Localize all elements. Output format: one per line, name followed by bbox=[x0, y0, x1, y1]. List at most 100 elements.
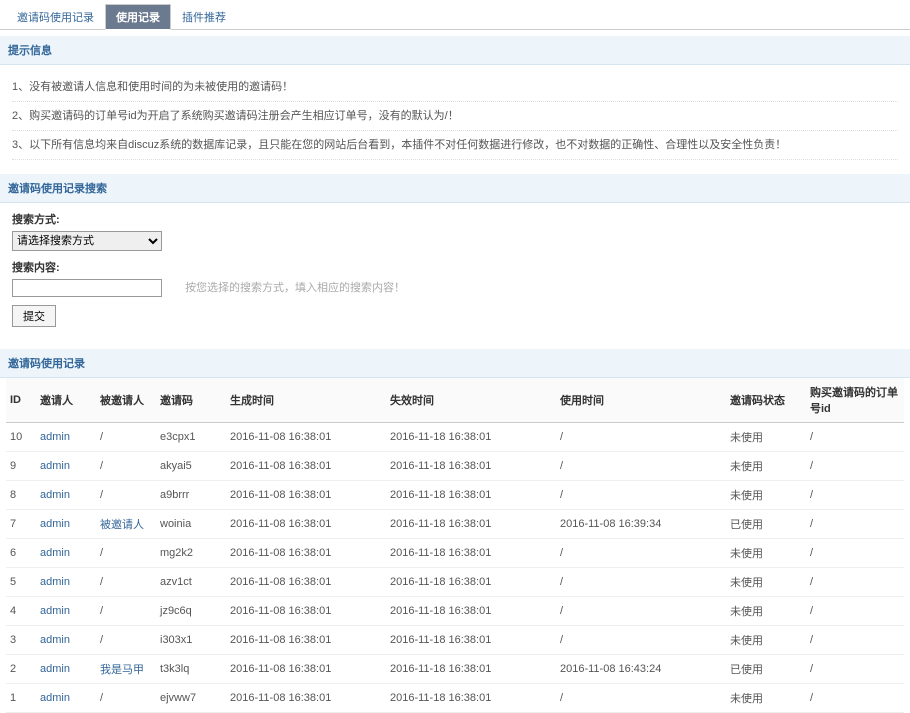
cell-status: 未使用 bbox=[726, 481, 806, 510]
cell-id: 8 bbox=[6, 481, 36, 510]
cell-id: 10 bbox=[6, 423, 36, 452]
cell-use: / bbox=[556, 597, 726, 626]
cell-id: 3 bbox=[6, 626, 36, 655]
cell-use: / bbox=[556, 684, 726, 713]
tab-invite-record[interactable]: 邀请码使用记录 bbox=[6, 4, 105, 29]
cell-inviter[interactable]: admin bbox=[36, 684, 96, 713]
cell-order: / bbox=[806, 510, 904, 539]
cell-id: 9 bbox=[6, 452, 36, 481]
table-row: 3admin/i303x12016-11-08 16:38:012016-11-… bbox=[6, 626, 904, 655]
tab-usage-record[interactable]: 使用记录 bbox=[105, 4, 171, 30]
cell-code: ejvww7 bbox=[156, 684, 226, 713]
table-row: 4admin/jz9c6q2016-11-08 16:38:012016-11-… bbox=[6, 597, 904, 626]
cell-order: / bbox=[806, 452, 904, 481]
tab-plugin-recommend[interactable]: 插件推荐 bbox=[171, 4, 237, 29]
tip-line: 2、购买邀请码的订单号id为开启了系统购买邀请码注册会产生相应订单号，没有的默认… bbox=[12, 102, 898, 131]
cell-status: 未使用 bbox=[726, 568, 806, 597]
table-row: 2admin我是马甲t3k3lq2016-11-08 16:38:012016-… bbox=[6, 655, 904, 684]
cell-status: 未使用 bbox=[726, 597, 806, 626]
cell-gen: 2016-11-08 16:38:01 bbox=[226, 452, 386, 481]
cell-use: / bbox=[556, 568, 726, 597]
cell-status: 未使用 bbox=[726, 539, 806, 568]
search-content-label: 搜索内容: bbox=[12, 259, 898, 275]
cell-use: 2016-11-08 16:39:34 bbox=[556, 510, 726, 539]
cell-inviter[interactable]: admin bbox=[36, 655, 96, 684]
cell-exp: 2016-11-18 16:38:01 bbox=[386, 626, 556, 655]
cell-inviter[interactable]: admin bbox=[36, 539, 96, 568]
cell-invitee: / bbox=[96, 539, 156, 568]
search-area: 搜索方式: 请选择搜索方式 搜索内容: 按您选择的搜索方式，填入相应的搜索内容！… bbox=[0, 203, 910, 343]
cell-status: 未使用 bbox=[726, 452, 806, 481]
cell-inviter[interactable]: admin bbox=[36, 597, 96, 626]
search-content-input[interactable] bbox=[12, 279, 162, 297]
table-row: 5admin/azv1ct2016-11-08 16:38:012016-11-… bbox=[6, 568, 904, 597]
col-use: 使用时间 bbox=[556, 378, 726, 423]
cell-invitee: / bbox=[96, 568, 156, 597]
cell-gen: 2016-11-08 16:38:01 bbox=[226, 510, 386, 539]
records-header: 邀请码使用记录 bbox=[0, 349, 910, 378]
cell-order: / bbox=[806, 539, 904, 568]
cell-use: / bbox=[556, 423, 726, 452]
cell-invitee: / bbox=[96, 597, 156, 626]
cell-order: / bbox=[806, 626, 904, 655]
cell-order: / bbox=[806, 481, 904, 510]
col-inviter: 邀请人 bbox=[36, 378, 96, 423]
cell-invitee: / bbox=[96, 452, 156, 481]
cell-gen: 2016-11-08 16:38:01 bbox=[226, 481, 386, 510]
cell-order: / bbox=[806, 655, 904, 684]
cell-inviter[interactable]: admin bbox=[36, 568, 96, 597]
cell-order: / bbox=[806, 684, 904, 713]
col-exp: 失效时间 bbox=[386, 378, 556, 423]
cell-code: a9brrr bbox=[156, 481, 226, 510]
cell-invitee: / bbox=[96, 481, 156, 510]
cell-code: mg2k2 bbox=[156, 539, 226, 568]
col-id: ID bbox=[6, 378, 36, 423]
cell-use: / bbox=[556, 539, 726, 568]
records-table: ID 邀请人 被邀请人 邀请码 生成时间 失效时间 使用时间 邀请码状态 购买邀… bbox=[6, 378, 904, 713]
cell-use: / bbox=[556, 481, 726, 510]
table-row: 10admin/e3cpx12016-11-08 16:38:012016-11… bbox=[6, 423, 904, 452]
cell-invitee[interactable]: 我是马甲 bbox=[96, 655, 156, 684]
cell-inviter[interactable]: admin bbox=[36, 452, 96, 481]
search-method-select[interactable]: 请选择搜索方式 bbox=[12, 231, 162, 251]
cell-code: azv1ct bbox=[156, 568, 226, 597]
cell-exp: 2016-11-18 16:38:01 bbox=[386, 568, 556, 597]
cell-exp: 2016-11-18 16:38:01 bbox=[386, 452, 556, 481]
cell-exp: 2016-11-18 16:38:01 bbox=[386, 655, 556, 684]
cell-gen: 2016-11-08 16:38:01 bbox=[226, 684, 386, 713]
search-method-label: 搜索方式: bbox=[12, 211, 898, 227]
cell-gen: 2016-11-08 16:38:01 bbox=[226, 597, 386, 626]
cell-inviter[interactable]: admin bbox=[36, 423, 96, 452]
cell-exp: 2016-11-18 16:38:01 bbox=[386, 423, 556, 452]
cell-invitee: / bbox=[96, 626, 156, 655]
submit-button[interactable]: 提交 bbox=[12, 305, 56, 327]
cell-order: / bbox=[806, 423, 904, 452]
cell-id: 1 bbox=[6, 684, 36, 713]
cell-status: 已使用 bbox=[726, 655, 806, 684]
cell-invitee: / bbox=[96, 423, 156, 452]
col-gen: 生成时间 bbox=[226, 378, 386, 423]
cell-status: 未使用 bbox=[726, 684, 806, 713]
cell-gen: 2016-11-08 16:38:01 bbox=[226, 655, 386, 684]
cell-exp: 2016-11-18 16:38:01 bbox=[386, 510, 556, 539]
cell-exp: 2016-11-18 16:38:01 bbox=[386, 684, 556, 713]
cell-order: / bbox=[806, 568, 904, 597]
cell-id: 2 bbox=[6, 655, 36, 684]
cell-invitee[interactable]: 被邀请人 bbox=[96, 510, 156, 539]
cell-code: woinia bbox=[156, 510, 226, 539]
tip-line: 1、没有被邀请人信息和使用时间的为未被使用的邀请码！ bbox=[12, 73, 898, 102]
cell-code: jz9c6q bbox=[156, 597, 226, 626]
cell-code: i303x1 bbox=[156, 626, 226, 655]
cell-inviter[interactable]: admin bbox=[36, 481, 96, 510]
cell-gen: 2016-11-08 16:38:01 bbox=[226, 539, 386, 568]
cell-exp: 2016-11-18 16:38:01 bbox=[386, 539, 556, 568]
tips-block: 1、没有被邀请人信息和使用时间的为未被使用的邀请码！ 2、购买邀请码的订单号id… bbox=[0, 65, 910, 168]
search-hint: 按您选择的搜索方式，填入相应的搜索内容！ bbox=[185, 282, 405, 294]
cell-gen: 2016-11-08 16:38:01 bbox=[226, 568, 386, 597]
cell-inviter[interactable]: admin bbox=[36, 510, 96, 539]
cell-inviter[interactable]: admin bbox=[36, 626, 96, 655]
cell-gen: 2016-11-08 16:38:01 bbox=[226, 626, 386, 655]
cell-status: 未使用 bbox=[726, 626, 806, 655]
cell-code: t3k3lq bbox=[156, 655, 226, 684]
table-row: 7admin被邀请人woinia2016-11-08 16:38:012016-… bbox=[6, 510, 904, 539]
